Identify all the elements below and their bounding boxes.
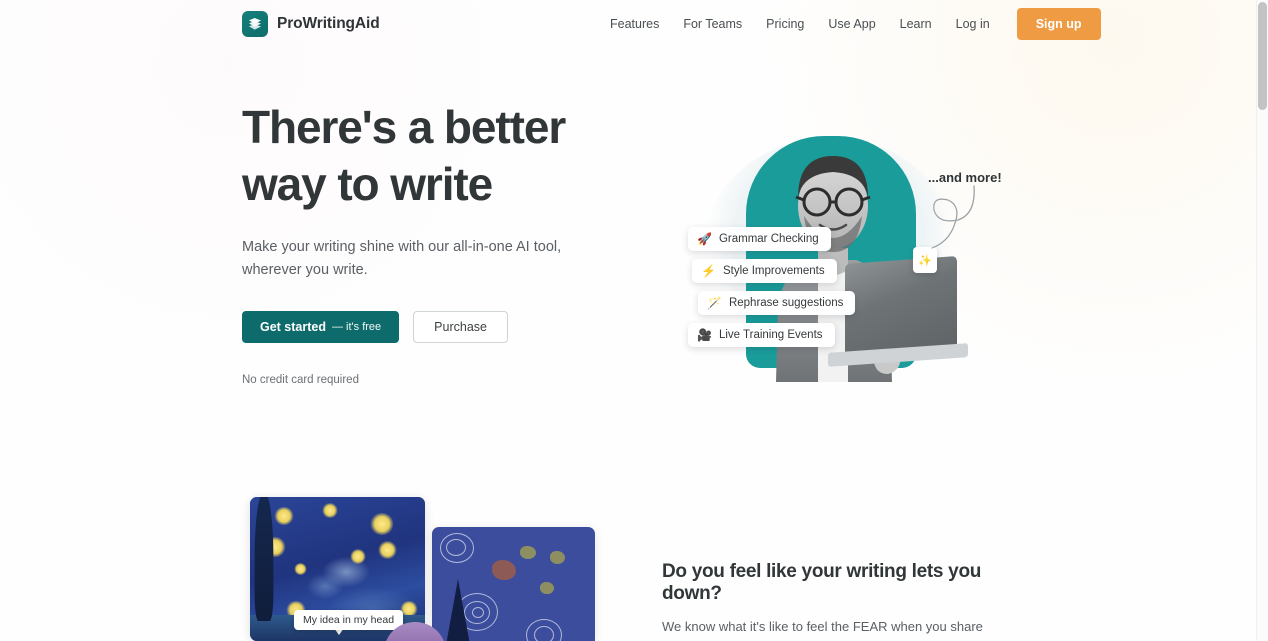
and-more-annotation: ...and more!: [928, 170, 1002, 185]
feature-label: Rephrase suggestions: [728, 297, 844, 309]
feature-label: Live Training Events: [718, 329, 823, 341]
lightning-icon: ⚡: [701, 264, 716, 278]
no-credit-card-note: No credit card required: [242, 374, 359, 386]
main-nav: Features For Teams Pricing Use App Learn…: [598, 0, 1101, 48]
feature-card-live-training-events[interactable]: 🎥 Live Training Events: [688, 323, 835, 347]
nav-item-log-in[interactable]: Log in: [944, 11, 1002, 37]
feature-card-grammar-checking[interactable]: 🚀 Grammar Checking: [688, 227, 831, 251]
feature-label: Grammar Checking: [718, 233, 819, 245]
brand-name: ProWritingAid: [277, 15, 380, 32]
sign-up-button[interactable]: Sign up: [1016, 8, 1101, 40]
hero-actions: Get started — it's free Purchase: [242, 311, 642, 343]
get-started-label: Get started: [260, 320, 326, 334]
nav-item-pricing[interactable]: Pricing: [754, 11, 816, 37]
rocket-icon: 🚀: [697, 232, 712, 246]
site-header: ProWritingAid Features For Teams Pricing…: [0, 0, 1256, 48]
brand-logo-link[interactable]: ProWritingAid: [242, 11, 380, 37]
orange-blot: [492, 560, 516, 580]
nav-item-features[interactable]: Features: [598, 11, 671, 37]
page-scrollbar[interactable]: [1256, 0, 1268, 641]
hero-illustration: ✨ ...and more! 🚀 Grammar Checking ⚡ Styl…: [660, 108, 1010, 388]
curly-arrow-icon: [931, 185, 975, 249]
book-logo-icon: [242, 11, 268, 37]
nav-item-for-teams[interactable]: For Teams: [671, 11, 754, 37]
section2-title: Do you feel like your writing lets you d…: [662, 561, 982, 604]
magic-wand-icon: 🪄: [707, 296, 722, 310]
hero-copy: There's a better way to write Make your …: [242, 99, 642, 386]
nav-item-use-app[interactable]: Use App: [816, 11, 887, 37]
hero-title: There's a better way to write: [242, 101, 566, 210]
hero-subtitle: Make your writing shine with our all-in-…: [242, 239, 562, 278]
purchase-button[interactable]: Purchase: [413, 311, 508, 343]
section2-copy: Do you feel like your writing lets you d…: [662, 561, 1022, 641]
page-root: ProWritingAid Features For Teams Pricing…: [0, 0, 1268, 641]
nav-item-learn[interactable]: Learn: [888, 11, 944, 37]
get-started-button[interactable]: Get started — it's free: [242, 311, 400, 343]
feature-card-rephrase-suggestions[interactable]: 🪄 Rephrase suggestions: [698, 291, 856, 315]
cypress-tree: [254, 497, 274, 621]
image-caption: My idea in my head: [294, 610, 404, 630]
cypress-shape: [446, 579, 470, 641]
feature-label: Style Improvements: [722, 265, 825, 277]
scrollbar-thumb[interactable]: [1258, 2, 1267, 110]
crude-painting-image: [432, 527, 595, 641]
get-started-sublabel: — it's free: [332, 321, 382, 333]
feature-card-style-improvements[interactable]: ⚡ Style Improvements: [692, 259, 837, 283]
video-camera-icon: 🎥: [697, 328, 712, 342]
feature-card-list: 🚀 Grammar Checking ⚡ Style Improvements …: [688, 227, 856, 347]
section2-body: We know what it's like to feel the FEAR …: [662, 619, 1001, 641]
